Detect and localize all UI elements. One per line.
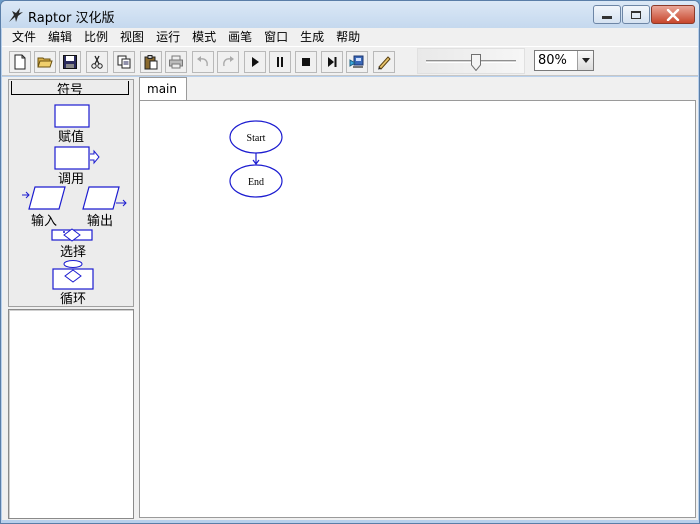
menu-bar: 文件 编辑 比例 视图 运行 模式 画笔 窗口 生成 帮助 bbox=[2, 28, 698, 46]
output-label: 输出 bbox=[87, 214, 114, 229]
symbols-palette: 符号 赋值 调用 输入 输出 选择 循环 bbox=[8, 79, 134, 307]
menu-edit[interactable]: 编辑 bbox=[42, 28, 78, 46]
print-button[interactable] bbox=[165, 51, 187, 73]
printer-icon bbox=[169, 55, 183, 69]
selection-label: 选择 bbox=[60, 245, 87, 260]
menu-ink[interactable]: 画笔 bbox=[222, 28, 258, 46]
step-icon bbox=[328, 57, 337, 67]
close-button[interactable] bbox=[651, 5, 695, 24]
flowchart-canvas[interactable]: Start End bbox=[139, 100, 696, 518]
redo-button[interactable] bbox=[217, 51, 239, 73]
end-label: End bbox=[248, 177, 264, 188]
copy-button[interactable] bbox=[113, 51, 135, 73]
raptor-window: Raptor 汉化版 文件 编辑 比例 视图 运行 模式 画笔 窗口 生成 帮助… bbox=[0, 0, 700, 524]
menu-run[interactable]: 运行 bbox=[150, 28, 186, 46]
undo-button[interactable] bbox=[192, 51, 214, 73]
start-label: Start bbox=[247, 133, 266, 144]
left-panel: 符号 赋值 调用 输入 输出 选择 循环 bbox=[8, 79, 134, 519]
chevron-down-icon bbox=[581, 58, 590, 63]
menu-window[interactable]: 窗口 bbox=[258, 28, 294, 46]
zoom-value: 80% bbox=[538, 53, 567, 68]
raptor-app-icon bbox=[9, 8, 23, 22]
clipboard-icon bbox=[144, 55, 158, 70]
maximize-button[interactable] bbox=[622, 5, 650, 24]
minimize-button[interactable] bbox=[593, 5, 621, 24]
floppy-disk-icon bbox=[63, 55, 77, 69]
symbols-header: 符号 bbox=[11, 81, 129, 98]
pause-button[interactable] bbox=[269, 51, 291, 73]
redo-icon bbox=[223, 56, 234, 67]
slider-thumb[interactable] bbox=[470, 54, 481, 71]
loop-label: 循环 bbox=[60, 292, 87, 307]
menu-mode[interactable]: 模式 bbox=[186, 28, 222, 46]
scissors-icon bbox=[91, 55, 103, 69]
tab-main[interactable]: main bbox=[139, 77, 187, 101]
menu-file[interactable]: 文件 bbox=[6, 28, 42, 46]
window-title: Raptor 汉化版 bbox=[28, 11, 115, 26]
save-button[interactable] bbox=[59, 51, 81, 73]
input-label: 输入 bbox=[31, 214, 58, 229]
close-icon bbox=[666, 8, 680, 21]
network-drive-icon bbox=[349, 55, 364, 68]
loop-symbol[interactable] bbox=[51, 260, 95, 290]
input-symbol[interactable] bbox=[21, 186, 67, 212]
zoom-dropdown-button[interactable] bbox=[577, 51, 593, 70]
generate-button[interactable] bbox=[346, 51, 368, 73]
pencil-icon bbox=[378, 56, 391, 70]
selection-symbol[interactable] bbox=[51, 228, 95, 242]
new-file-icon bbox=[14, 54, 26, 70]
menu-scale[interactable]: 比例 bbox=[78, 28, 114, 46]
undo-icon bbox=[197, 56, 208, 67]
menu-help[interactable]: 帮助 bbox=[330, 28, 366, 46]
cut-button[interactable] bbox=[86, 51, 108, 73]
new-button[interactable] bbox=[9, 51, 31, 73]
stop-icon bbox=[302, 58, 310, 66]
zoom-select[interactable]: 80% bbox=[534, 50, 594, 71]
call-label: 调用 bbox=[58, 172, 85, 187]
tab-strip: main bbox=[139, 77, 691, 101]
speed-slider[interactable] bbox=[417, 48, 525, 74]
workspace: 符号 赋值 调用 输入 输出 选择 循环 main Start End bbox=[2, 77, 698, 520]
title-bar[interactable]: Raptor 汉化版 bbox=[1, 1, 699, 29]
step-button[interactable] bbox=[321, 51, 343, 73]
paste-button[interactable] bbox=[140, 51, 162, 73]
variables-panel[interactable] bbox=[8, 309, 134, 519]
play-icon bbox=[252, 57, 259, 67]
pen-button[interactable] bbox=[373, 51, 395, 73]
menu-generate[interactable]: 生成 bbox=[294, 28, 330, 46]
maximize-icon bbox=[631, 10, 641, 19]
output-symbol[interactable] bbox=[82, 186, 128, 212]
stop-button[interactable] bbox=[295, 51, 317, 73]
copy-icon bbox=[117, 55, 131, 69]
tab-main-label: main bbox=[147, 82, 177, 96]
open-folder-icon bbox=[37, 57, 53, 68]
assignment-label: 赋值 bbox=[58, 130, 85, 145]
symbols-title: 符号 bbox=[56, 83, 83, 98]
flowchart-drawing: Start End bbox=[229, 120, 283, 198]
pause-icon bbox=[277, 57, 283, 67]
menu-view[interactable]: 视图 bbox=[114, 28, 150, 46]
open-button[interactable] bbox=[34, 51, 56, 73]
run-button[interactable] bbox=[244, 51, 266, 73]
minimize-icon bbox=[602, 16, 612, 19]
